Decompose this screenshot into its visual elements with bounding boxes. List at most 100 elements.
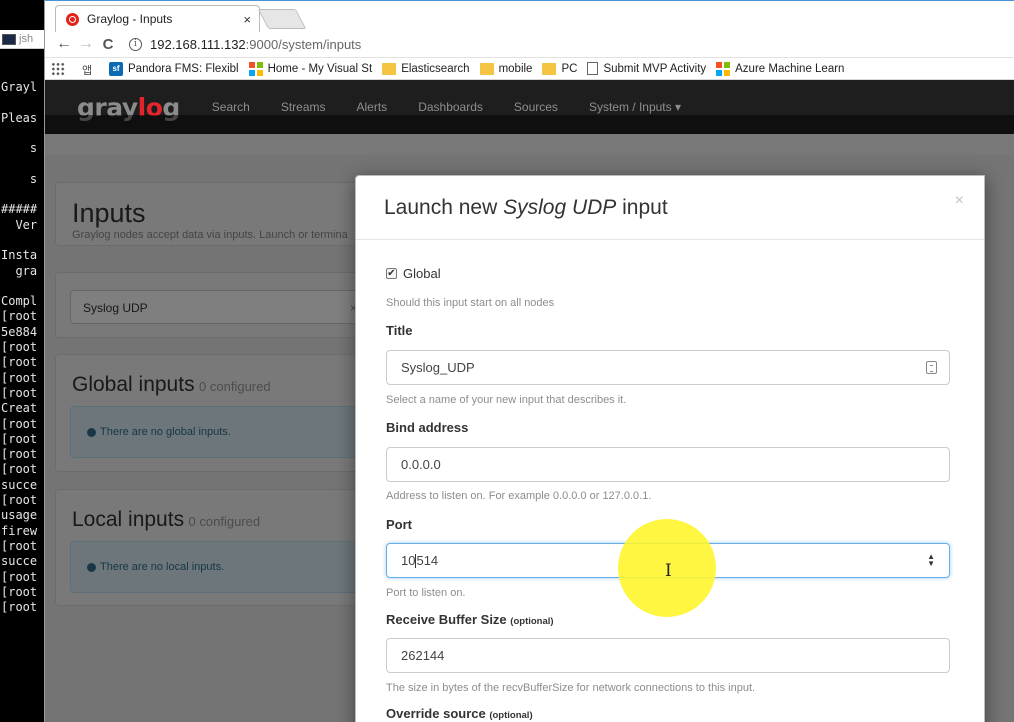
terminal-line: s — [1, 171, 38, 186]
forward-button[interactable]: → — [75, 35, 97, 53]
terminal-line: [root — [1, 340, 38, 355]
title-help-text: Select a name of your new input that des… — [386, 394, 627, 406]
override-source-label-text: Override source — [386, 706, 486, 721]
site-info-icon[interactable]: i — [129, 37, 142, 51]
terminal-line: [root — [1, 462, 38, 477]
nav-item[interactable]: Streams — [281, 100, 326, 114]
terminal-window: jsh Grayl Pleas s s ##### Ver Insta gra Comp… — [0, 0, 44, 722]
bookmark-item[interactable]: mobile — [479, 62, 532, 75]
receive-buffer-label: Receive Buffer Size (optional) — [386, 612, 554, 627]
folder-icon — [479, 62, 494, 75]
nav-item[interactable]: Sources — [514, 100, 558, 114]
back-button[interactable]: ← — [53, 35, 75, 53]
nav-item[interactable]: Dashboards — [418, 100, 483, 114]
port-spinner-icon[interactable]: ▲ ▼ — [927, 553, 935, 568]
terminal-icon — [2, 33, 16, 45]
terminal-line: Grayl — [1, 80, 38, 94]
bookmark-item[interactable]: 앱 — [80, 62, 99, 77]
nav-item[interactable]: Search — [212, 100, 250, 114]
global-help-text: Should this input start on all nodes — [386, 297, 555, 309]
bookmark-item[interactable]: PC — [542, 62, 578, 75]
override-source-label: Override source (optional) — [386, 706, 533, 721]
modal-header: Launch new Syslog UDP input × — [356, 176, 984, 240]
nav-item[interactable]: Alerts — [357, 100, 388, 114]
terminal-line: [root — [1, 569, 38, 584]
terminal-line: Pleas — [1, 110, 38, 125]
terminal-line: [root — [1, 385, 38, 400]
graylog-favicon-icon — [66, 12, 79, 26]
folder-icon — [382, 62, 397, 75]
terminal-line: succe — [1, 477, 38, 492]
port-input-value-part1: 10 — [401, 553, 416, 568]
reload-button[interactable]: C — [97, 36, 119, 53]
bookmark-item[interactable] — [51, 61, 70, 76]
bookmark-item[interactable]: Submit MVP Activity — [587, 62, 706, 75]
address-bar[interactable]: i 192.168.111.132:9000/system/inputs — [129, 33, 1009, 55]
receive-buffer-optional: (optional) — [510, 616, 554, 627]
port-label: Port — [386, 517, 412, 532]
folder-icon — [542, 62, 557, 75]
bookmark-label: Elasticsearch — [401, 62, 470, 75]
bookmark-item[interactable]: Azure Machine Learn — [716, 61, 845, 76]
override-source-optional: (optional) — [489, 710, 533, 721]
bookmark-label: Azure Machine Learn — [735, 62, 845, 75]
terminal-line: [root — [1, 538, 38, 553]
doc-icon — [587, 62, 599, 75]
terminal-titlebar[interactable]: jsh — [0, 30, 44, 49]
bookmark-item[interactable]: Elasticsearch — [382, 62, 470, 75]
receive-buffer-input[interactable]: 262144 — [386, 638, 950, 673]
modal-close-icon[interactable]: × — [955, 192, 964, 210]
receive-buffer-label-text: Receive Buffer Size — [386, 612, 507, 627]
title-input-value: Syslog_UDP — [401, 360, 475, 375]
terminal-line: 5e884 — [1, 324, 38, 339]
modal-title: Launch new Syslog UDP input — [384, 196, 984, 220]
terminal-line: [root — [1, 370, 38, 385]
ms-icon — [716, 61, 731, 76]
bookmark-item[interactable]: sf Pandora FMS: Flexibl — [109, 61, 239, 76]
terminal-line: [root — [1, 600, 38, 615]
title-label: Title — [386, 323, 413, 338]
terminal-line: [root — [1, 355, 38, 370]
bookmark-label: Submit MVP Activity — [603, 62, 707, 75]
tab-graylog-inputs[interactable]: Graylog - Inputs × — [55, 5, 260, 32]
bookmark-label: Pandora FMS: Flexibl — [128, 62, 239, 75]
terminal-line: gra — [1, 263, 38, 278]
launch-input-modal: Launch new Syslog UDP input × ✔ Global S… — [355, 175, 985, 722]
tab-strip: Graylog - Inputs × — [45, 0, 1014, 32]
bind-address-help-text: Address to listen on. For example 0.0.0.… — [386, 490, 652, 502]
tab-close-icon[interactable]: × — [243, 12, 251, 27]
terminal-line: s — [1, 141, 38, 156]
bookmarks-bar: 앱 sf Pandora FMS: Flexibl Home - My Visual … — [45, 58, 1014, 80]
terminal-line: ##### — [1, 202, 38, 217]
global-checkbox[interactable]: ✔ — [386, 268, 397, 279]
apps-icon — [51, 61, 65, 76]
terminal-line: Creat — [1, 401, 38, 416]
global-checkbox-row[interactable]: ✔ Global — [386, 266, 441, 281]
terminal-line: Compl — [1, 294, 38, 309]
bind-address-label: Bind address — [386, 420, 469, 435]
nav-item[interactable]: System / Inputs ▾ — [589, 100, 681, 114]
bookmark-label: Home - My Visual St — [267, 62, 373, 75]
new-tab-button[interactable] — [257, 9, 307, 29]
browser-toolbar: ← → C i 192.168.111.132:9000/system/inpu… — [45, 31, 1014, 58]
terminal-line: [root — [1, 309, 38, 324]
korean-glyph-icon: 앱 — [81, 64, 93, 77]
port-help-text: Port to listen on. — [386, 587, 466, 599]
tab-title: Graylog - Inputs — [87, 12, 173, 26]
ms-icon — [248, 61, 263, 76]
terminal-line: [root — [1, 493, 38, 508]
terminal-output: Grayl Pleas s s ##### Ver Insta gra Compl [ro… — [0, 79, 44, 615]
bookmark-label: PC — [561, 62, 578, 75]
terminal-line: succe — [1, 554, 38, 569]
terminal-line: [root — [1, 431, 38, 446]
global-checkbox-label: Global — [403, 266, 441, 281]
address-host: 192.168.111.132 — [150, 36, 246, 52]
title-input[interactable]: Syslog_UDP — [386, 350, 950, 385]
bind-address-input[interactable]: 0.0.0.0 — [386, 447, 950, 482]
receive-buffer-help-text: The size in bytes of the recvBufferSize … — [386, 682, 756, 694]
bookmark-item[interactable]: Home - My Visual St — [248, 61, 373, 76]
